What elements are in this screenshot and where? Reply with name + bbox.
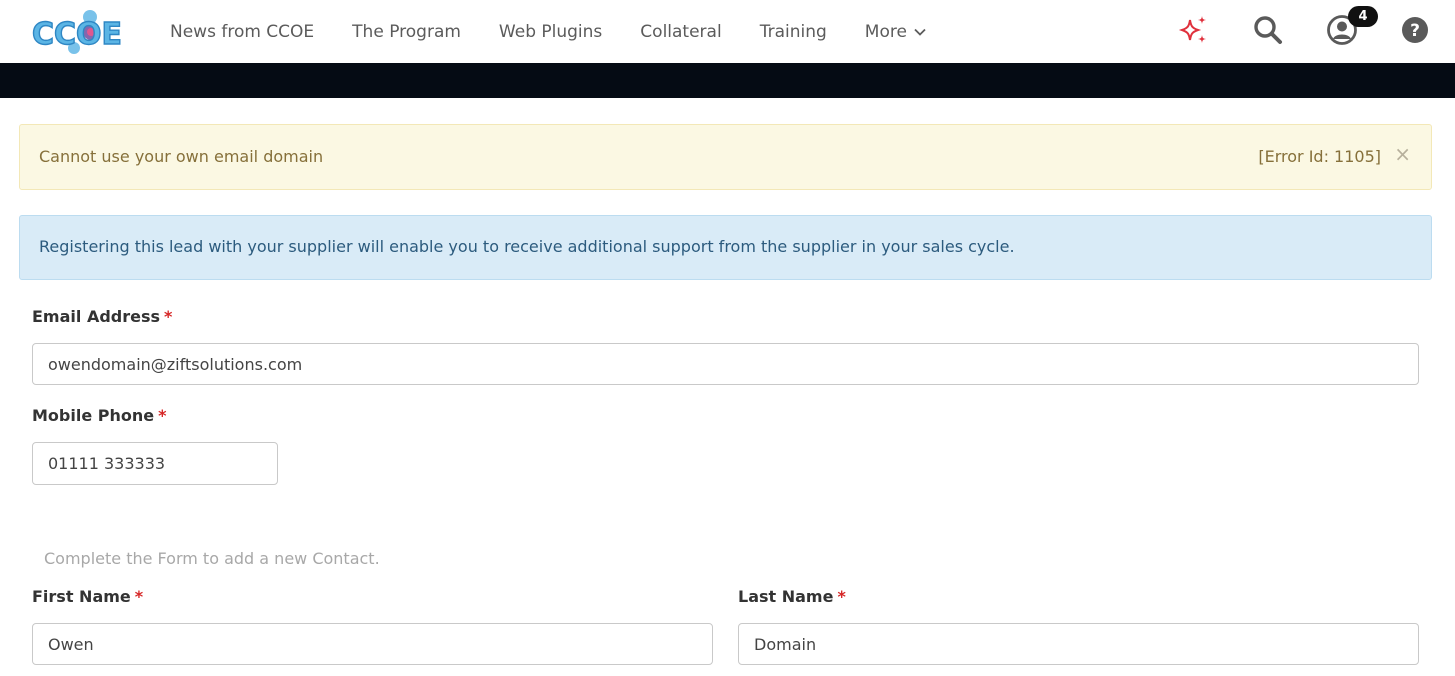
last-name-label-text: Last Name xyxy=(738,587,834,606)
svg-text:?: ? xyxy=(1410,21,1420,41)
first-name-label-text: First Name xyxy=(32,587,131,606)
mobile-phone-field[interactable] xyxy=(32,442,278,485)
sparkle-icon[interactable] xyxy=(1178,14,1210,46)
ccoe-logo[interactable]: CCOE xyxy=(30,8,130,56)
first-name-label: First Name * xyxy=(32,587,143,606)
close-icon[interactable]: × xyxy=(1394,144,1411,164)
notification-badge: 4 xyxy=(1348,6,1378,27)
required-marker: * xyxy=(158,406,167,425)
nav-more[interactable]: More xyxy=(865,22,927,42)
required-marker: * xyxy=(164,307,173,326)
nav-program-label: The Program xyxy=(352,21,461,42)
last-name-field[interactable] xyxy=(738,623,1419,665)
mobile-label: Mobile Phone * xyxy=(32,406,166,425)
nav-program[interactable]: The Program xyxy=(352,22,461,42)
nav-more-label: More xyxy=(864,21,907,42)
required-marker: * xyxy=(837,587,846,606)
header-dark-band xyxy=(0,63,1455,98)
info-message: Registering this lead with your supplier… xyxy=(39,237,1015,256)
nav-news[interactable]: News from CCOE xyxy=(170,22,314,42)
info-alert: Registering this lead with your supplier… xyxy=(19,215,1432,280)
error-alert: Cannot use your own email domain [Error … xyxy=(19,124,1432,190)
nav-web-plugins[interactable]: Web Plugins xyxy=(499,22,602,42)
svg-text:CCOE: CCOE xyxy=(32,17,122,52)
error-message: Cannot use your own email domain xyxy=(39,147,324,166)
top-navigation-bar: CCOE News from CCOE The Program Web Plug… xyxy=(0,0,1455,63)
required-marker: * xyxy=(134,587,144,606)
email-label: Email Address * xyxy=(32,307,172,326)
nav-training-label: Training xyxy=(759,21,827,42)
email-label-text: Email Address xyxy=(32,307,161,326)
nav-collateral[interactable]: Collateral xyxy=(640,22,721,42)
nav-training[interactable]: Training xyxy=(760,22,827,42)
email-field[interactable] xyxy=(32,343,1419,385)
nav-news-label: News from CCOE xyxy=(170,21,315,42)
help-icon[interactable]: ? xyxy=(1400,15,1430,45)
nav-collateral-label: Collateral xyxy=(640,21,722,42)
first-name-field[interactable] xyxy=(32,623,713,665)
nav-web-plugins-label: Web Plugins xyxy=(498,21,603,42)
search-icon[interactable] xyxy=(1252,14,1284,46)
chevron-down-icon xyxy=(914,28,926,36)
mobile-label-text: Mobile Phone xyxy=(32,406,155,425)
main-nav: News from CCOE The Program Web Plugins C… xyxy=(170,0,965,63)
last-name-label: Last Name * xyxy=(738,587,846,606)
error-id: [Error Id: 1105] xyxy=(1258,147,1381,166)
form-hint: Complete the Form to add a new Contact. xyxy=(44,549,380,568)
